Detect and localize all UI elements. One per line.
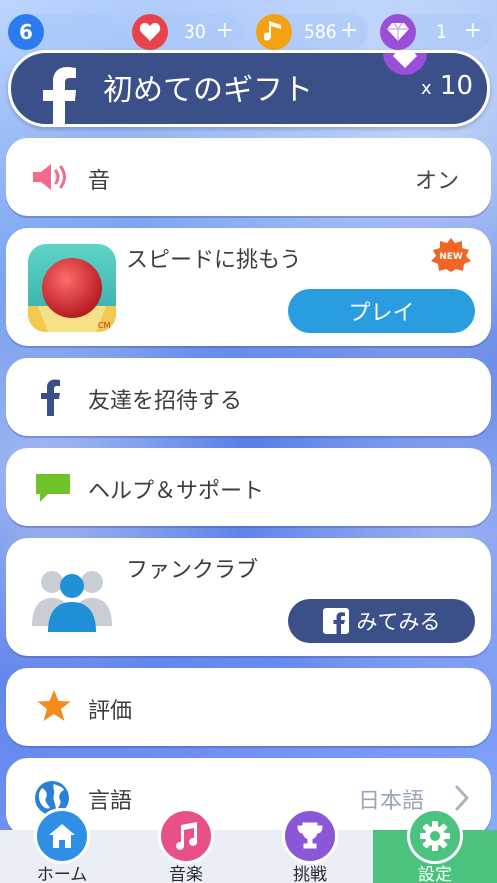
rate-label: 評価 [88, 699, 133, 724]
notes-value: 586 [304, 21, 337, 43]
hearts-plus-button[interactable]: + [216, 18, 234, 43]
play-button[interactable]: プレイ [288, 289, 475, 333]
chevron-right-icon [455, 785, 469, 811]
fan-club-row[interactable]: ファンクラブ みてみる [6, 538, 491, 656]
music-note-icon [256, 14, 292, 50]
gift-title: 初めてのギフト [103, 73, 313, 108]
facebook-icon [43, 67, 76, 124]
level-badge: 6 [8, 14, 44, 50]
level-value: 6 [19, 20, 33, 44]
rolling-ball-app-icon: CM [28, 244, 116, 332]
sound-toggle-value[interactable]: オン [415, 163, 459, 195]
gems-value: 1 [436, 21, 447, 43]
chat-bubble-icon [36, 474, 70, 502]
facebook-icon [322, 608, 349, 634]
svg-text:CM: CM [98, 321, 111, 330]
view-fan-club-label: みてみる [356, 610, 441, 634]
hearts-value: 30 [184, 21, 206, 43]
speaker-icon [33, 164, 66, 190]
view-fan-club-button[interactable]: みてみる [288, 599, 475, 643]
tab-home[interactable]: ホーム [0, 808, 124, 883]
tab-music-label: 音楽 [169, 865, 203, 883]
gift-multiplier: x 10 [420, 71, 473, 101]
tab-music[interactable]: 音楽 [124, 808, 248, 883]
language-label: 言語 [88, 789, 133, 814]
first-gift-banner[interactable]: 初めてのギフト x 10 [8, 50, 490, 127]
fan-club-title: ファンクラブ [126, 558, 259, 583]
gear-icon [407, 808, 463, 864]
new-badge-icon: NEW [431, 238, 471, 272]
invite-label: 友達を招待する [88, 389, 243, 414]
facebook-icon [41, 379, 60, 416]
sound-label: 音 [88, 169, 111, 194]
heart-icon [132, 14, 168, 50]
svg-text:NEW: NEW [439, 252, 463, 262]
star-icon [37, 690, 71, 721]
diamond-icon [380, 14, 416, 50]
tab-challenge-label: 挑戦 [293, 865, 327, 883]
rate-row[interactable]: 評価 [6, 668, 491, 746]
help-label: ヘルプ＆サポート [88, 479, 265, 504]
speed-challenge-promo[interactable]: CM スピードに挑もう NEW プレイ [6, 228, 491, 346]
music-note-icon [158, 808, 214, 864]
notes-plus-button[interactable]: + [340, 18, 358, 43]
sound-setting[interactable]: 音 オン [6, 138, 491, 216]
tab-home-label: ホーム [36, 865, 88, 883]
language-value[interactable]: 日本語 [358, 783, 424, 815]
bottom-navigation: ホーム 音楽 挑戦 設定 [0, 808, 497, 883]
gems-plus-button[interactable]: + [464, 18, 482, 43]
tab-challenge[interactable]: 挑戦 [248, 808, 372, 883]
home-icon [34, 808, 90, 864]
background [0, 0, 497, 883]
trophy-icon [282, 808, 338, 864]
help-support-row[interactable]: ヘルプ＆サポート [6, 448, 491, 526]
promo-title: スピードに挑もう [126, 248, 302, 273]
tab-settings-label: 設定 [418, 865, 452, 883]
tab-settings[interactable]: 設定 [373, 808, 497, 883]
invite-friends-row[interactable]: 友達を招待する [6, 358, 491, 436]
group-people-icon [32, 571, 112, 632]
